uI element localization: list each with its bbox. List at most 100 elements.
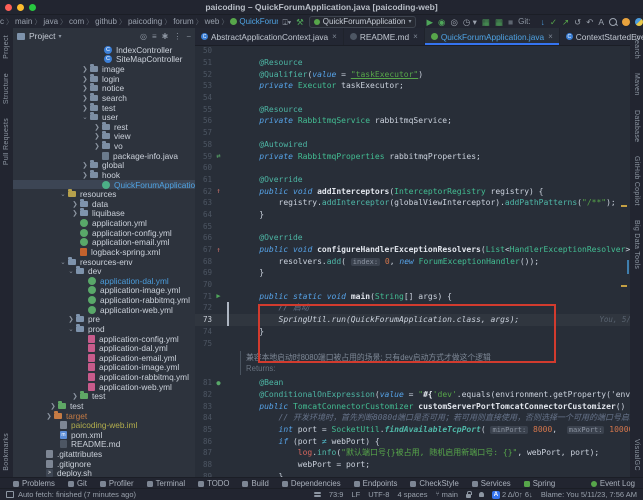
tree-chevron-icon[interactable]: ❯ [45, 412, 53, 420]
tree-item[interactable]: ❯ test [13, 391, 195, 401]
editor-tab[interactable]: CContextStartedEvent.java× [560, 28, 643, 45]
debug-icon[interactable]: ◉ [438, 17, 445, 27]
tree-item[interactable]: ❯ view [13, 131, 195, 141]
tree-item[interactable]: ⌄ resources [13, 189, 195, 199]
breadcrumb-item[interactable]: 〉 github [84, 17, 117, 27]
tool-stripe-item-database[interactable]: Database [633, 110, 640, 142]
tool-window-button-dependencies[interactable]: Dependencies [281, 479, 341, 488]
tool-window-button-profiler[interactable]: Profiler [99, 479, 134, 488]
tool-window-button-spring[interactable]: Spring [523, 479, 555, 488]
breadcrumb-item[interactable]: 〉 web [194, 17, 220, 27]
indent-style[interactable]: 4 spaces [397, 490, 427, 499]
rollback-icon[interactable]: ↶ [586, 17, 593, 27]
tree-item[interactable]: ❯ search [13, 92, 195, 103]
update-project-icon[interactable]: ↓ [541, 17, 545, 27]
tool-window-button-terminal[interactable]: Terminal [146, 479, 185, 488]
tool-window-event-log[interactable]: Event Log [590, 479, 635, 488]
stop-icon[interactable]: ■ [508, 17, 513, 27]
tree-item[interactable]: QuickForumApplication [13, 180, 195, 190]
override-icon[interactable]: ↑ [212, 246, 225, 254]
tree-item[interactable]: application-rabbitmq.yml [13, 295, 195, 305]
profile-avatar[interactable] [635, 17, 643, 26]
tool-window-button-git[interactable]: Git [67, 479, 87, 488]
run-icon[interactable]: ▶ [426, 17, 433, 27]
tree-item[interactable]: ⌄ resources-env [13, 256, 195, 267]
tool-window-button-problems[interactable]: Problems [13, 479, 55, 488]
tree-chevron-icon[interactable]: ❯ [81, 75, 89, 83]
tree-item[interactable]: application-image.yml [13, 362, 195, 372]
breadcrumb-item[interactable]: 〉QuickForumApplication [219, 17, 278, 27]
tree-item[interactable]: ❯ data [13, 198, 195, 209]
override-icon[interactable]: ↑ [212, 187, 225, 195]
line-ending[interactable]: LF [351, 490, 360, 499]
tree-chevron-icon[interactable]: ❯ [81, 84, 89, 92]
hide-icon[interactable]: − [186, 32, 191, 41]
tree-item[interactable]: ❯ hook [13, 169, 195, 180]
scrollbar-thumb[interactable] [627, 260, 629, 274]
tree-chevron-icon[interactable]: ⌄ [67, 267, 75, 275]
tree-item[interactable]: ⌄ dev [13, 266, 195, 276]
tree-chevron-icon[interactable]: ⌄ [59, 258, 67, 266]
editor-tab[interactable]: C AbstractApplicationContext.java × [195, 28, 344, 45]
tool-window-button-services[interactable]: Services [471, 479, 511, 488]
notification-icon[interactable] [622, 17, 630, 26]
tree-chevron-icon[interactable]: ⌄ [59, 190, 67, 198]
file-encoding[interactable]: UTF-8 [368, 490, 389, 499]
tool-stripe-item-maven[interactable]: Maven [633, 73, 640, 96]
changes-widget[interactable]: A 2 Δ/0↑ 6↓ [491, 490, 533, 499]
tree-chevron-icon[interactable]: ❯ [81, 171, 89, 179]
run-main-icon[interactable]: ▶ [212, 292, 225, 300]
breadcrumb[interactable]: c 〉 main 〉 java 〉 com 〉 github 〉 paicoding 〉 forum 〉 w… [0, 17, 278, 27]
tree-item[interactable]: ❯ global [13, 160, 195, 170]
tree-item[interactable]: ❯ test [13, 102, 195, 113]
tree-item[interactable]: C IndexController [13, 45, 195, 55]
caret-position[interactable]: 73:9 [329, 490, 344, 499]
tool-stripe-item-bookmarks[interactable]: Bookmarks [3, 433, 10, 471]
blame-widget[interactable]: Blame: You 5/11/23, 7:56 AM [541, 490, 637, 499]
run-configuration-select[interactable]: QuickForumApplication ▾ [308, 15, 417, 28]
tree-chevron-icon[interactable]: ❯ [93, 123, 101, 131]
tree-item[interactable]: ⌄ user [13, 112, 195, 122]
tree-item[interactable]: ❯ test [13, 400, 195, 411]
tree-item[interactable]: m pom.xml [13, 430, 195, 440]
bell-icon[interactable] [478, 492, 484, 497]
tool-window-button-todo[interactable]: TODO [198, 479, 229, 488]
editor-tab[interactable]: README.md × [344, 28, 425, 45]
tool-window-button-checkstyle[interactable]: CheckStyle [410, 479, 459, 488]
tree-item[interactable]: ⌄ prod [13, 323, 195, 334]
translate-icon[interactable]: A [598, 17, 604, 27]
tree-item[interactable]: ❯ image [13, 64, 195, 74]
lock-icon[interactable] [465, 490, 472, 498]
breadcrumb-item[interactable]: 〉 main [4, 17, 32, 27]
spring-bean-icon[interactable]: ● [212, 379, 225, 387]
tool-stripe-item-github-copilot[interactable]: GitHub Copilot [633, 156, 640, 206]
tree-item[interactable]: ❯ notice [13, 83, 195, 93]
tree-chevron-icon[interactable]: ❯ [81, 161, 89, 169]
tree-item[interactable]: application-dal.yml [13, 343, 195, 353]
tree-item[interactable]: application-dal.yml [13, 276, 195, 286]
build-artifact-icon[interactable]: ▦ [482, 17, 490, 27]
push-icon[interactable]: ↗ [562, 17, 569, 27]
collapse-all-icon[interactable]: ≡ [152, 32, 157, 41]
git-branch-widget[interactable]: ⑂ main [435, 490, 457, 499]
tree-chevron-icon[interactable]: ❯ [49, 402, 57, 410]
commit-icon[interactable]: ✓ [550, 17, 557, 27]
tree-item[interactable]: ❯ liquibase [13, 208, 195, 218]
tree-item[interactable]: .gitattributes [13, 449, 195, 459]
tree-item[interactable]: logback-spring.xml [13, 247, 195, 257]
close-tab-icon[interactable]: × [413, 32, 418, 41]
tree-item[interactable]: ❯ login [13, 73, 195, 84]
breadcrumb-item[interactable]: 〉 paicoding [117, 17, 162, 27]
tool-stripe-item-pull-requests[interactable]: Pull Requests [3, 118, 10, 165]
tree-chevron-icon[interactable]: ❯ [71, 392, 79, 400]
tree-chevron-icon[interactable]: ❯ [93, 132, 101, 140]
editor-tab[interactable]: QuickForumApplication.java × [424, 28, 560, 45]
tree-item[interactable]: application-web.yml [13, 382, 195, 392]
tree-item[interactable]: README.md [13, 439, 195, 449]
code-editor[interactable]: 50 51 @Resource 52 @Qualifier(value = "tas… [195, 45, 630, 478]
tree-item[interactable]: application-image.yml [13, 285, 195, 295]
breadcrumb-item[interactable]: 〉 com [58, 17, 84, 27]
tree-item[interactable]: application-config.yml [13, 334, 195, 344]
chevron-down-icon[interactable]: ▾ [58, 33, 61, 40]
close-tab-icon[interactable]: × [548, 32, 553, 41]
